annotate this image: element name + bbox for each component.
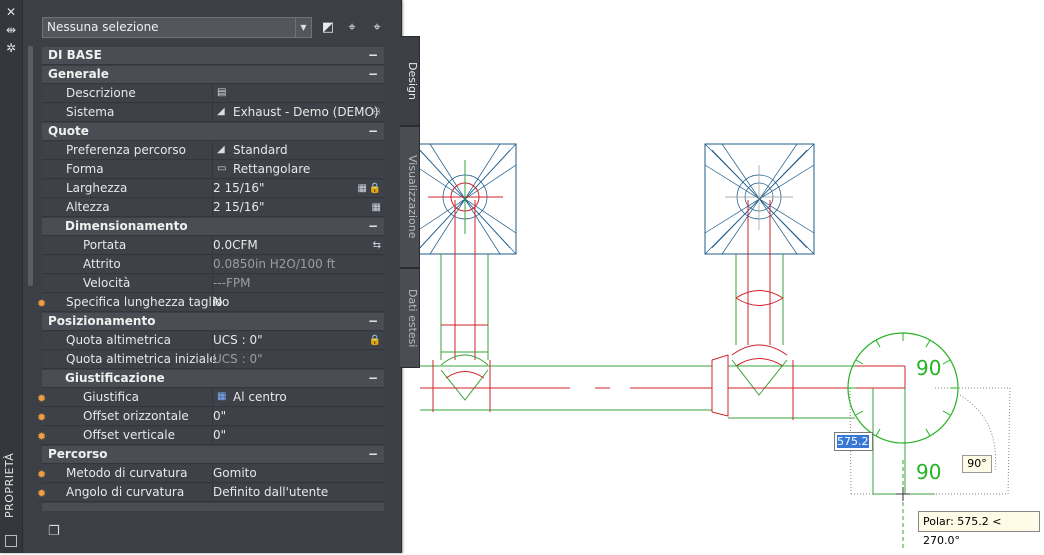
prop-row-velocita: Velocità ---FPM <box>42 275 384 293</box>
pickadd-toggle-icon[interactable]: ⌖ <box>368 19 386 37</box>
description-table-icon[interactable]: ▤ <box>217 88 228 98</box>
calculator-icon[interactable]: ⇆ <box>373 237 381 254</box>
collapse-icon: − <box>367 48 378 62</box>
palette-options-icon[interactable] <box>5 535 17 547</box>
collapse-icon: − <box>367 447 378 461</box>
prop-row-quota-altimetrica-iniziale: Quota altimetrica iniziale UCS : 0" <box>42 351 384 369</box>
prop-row-attrito: Attrito 0.0850in H2O/100 ft <box>42 256 384 274</box>
palette-scrollbar[interactable] <box>28 46 33 286</box>
section-header-di-base[interactable]: DI BASE − <box>42 47 384 65</box>
system-picker-icon[interactable]: ⚇ <box>372 104 381 121</box>
section-header-giustificazione[interactable]: Giustificazione − <box>42 370 384 388</box>
prop-row-descrizione[interactable]: Descrizione ▤ <box>42 85 384 103</box>
size-table-icon[interactable]: ▦ <box>358 180 367 197</box>
palette-titlebar[interactable]: ✕ ⇹ ✲ PROPRIETÀ <box>0 0 23 553</box>
prop-row-altezza[interactable]: Altezza 2 15/16" ▦ <box>42 199 384 217</box>
prop-row-quota-altimetrica[interactable]: Quota altimetrica UCS : 0" 🔒 <box>42 332 384 350</box>
lock-icon[interactable]: 🔒 <box>369 332 381 349</box>
tab-visualizzazione[interactable]: Visualizzazione <box>400 126 420 268</box>
tab-design[interactable]: Design <box>400 36 420 126</box>
polar-tooltip: Polar: 575.2 < 270.0° <box>918 511 1040 547</box>
duct-system-icon: ◢ <box>217 106 225 117</box>
palette-title: PROPRIETÀ <box>3 452 16 518</box>
collapse-icon: − <box>367 124 378 138</box>
diffuser-right[interactable] <box>704 143 815 255</box>
sun-icon: ✹ <box>37 392 47 405</box>
justify-grid-icon: ▦ <box>217 391 227 402</box>
quick-select-icon[interactable]: ◩ <box>319 19 337 37</box>
selection-dropdown[interactable]: Nessuna selezione ▼ <box>42 17 312 38</box>
prop-row-specifica-lunghezza[interactable]: ✹ Specifica lunghezza taglio No <box>37 294 384 312</box>
sun-icon: ✹ <box>37 468 47 481</box>
prop-row-forma[interactable]: Forma ▭ Rettangolare <box>42 161 384 179</box>
prop-row-preferenza-percorso[interactable]: Preferenza percorso ◢ Standard <box>42 142 384 160</box>
palette-options-button-icon[interactable]: ❐ <box>48 524 60 539</box>
properties-palette: ✕ ⇹ ✲ PROPRIETÀ Nessuna selezione ▼ ◩ ⌖ … <box>0 0 402 553</box>
selection-value: Nessuna selezione <box>47 20 159 34</box>
angle-tooltip: 90° <box>962 455 992 473</box>
collapse-icon: − <box>367 314 378 328</box>
size-table-icon[interactable]: ▦ <box>372 199 381 216</box>
angle-label-bottom: 90 <box>916 460 941 484</box>
tab-dati-estesi[interactable]: Dati estesi <box>400 268 420 368</box>
section-header-posizionamento[interactable]: Posizionamento − <box>42 313 384 331</box>
collapse-icon: − <box>367 219 378 233</box>
collapse-icon: − <box>367 67 378 81</box>
prop-row-angolo-curvatura[interactable]: ✹ Angolo di curvatura Definito dall'utente <box>37 484 384 502</box>
settings-icon[interactable]: ✲ <box>4 41 18 55</box>
prop-row-offset-orizzontale[interactable]: ✹ Offset orizzontale 0" <box>37 408 384 426</box>
diffuser-left[interactable] <box>413 143 517 255</box>
prop-row-metodo-curvatura[interactable]: ✹ Metodo di curvatura Gomito <box>37 465 384 483</box>
dynamic-dimension-input[interactable]: 575.2 <box>834 432 873 451</box>
prop-row-sistema[interactable]: Sistema ◢ Exhaust - Demo (DEMO) ⚇ <box>42 104 384 122</box>
prop-row-offset-verticale[interactable]: ✹ Offset verticale 0" <box>37 427 384 445</box>
sun-icon: ✹ <box>37 487 47 500</box>
section-header-quote[interactable]: Quote − <box>42 123 384 141</box>
routing-icon: ◢ <box>217 144 225 155</box>
prop-row-larghezza[interactable]: Larghezza 2 15/16" ▦ 🔒 <box>42 180 384 198</box>
section-header-percorso[interactable]: Percorso − <box>42 446 384 464</box>
prop-row-portata[interactable]: Portata 0.0CFM ⇆ <box>42 237 384 255</box>
collapse-icon: − <box>367 371 378 385</box>
sun-icon: ✹ <box>37 430 47 443</box>
close-icon[interactable]: ✕ <box>4 5 18 19</box>
autohide-icon[interactable]: ⇹ <box>4 23 18 37</box>
shape-icon: ▭ <box>217 163 227 174</box>
section-header-generale[interactable]: Generale − <box>42 66 384 84</box>
chevron-down-icon[interactable]: ▼ <box>295 18 311 37</box>
lock-icon[interactable]: 🔒 <box>369 180 381 197</box>
prop-row-giustifica[interactable]: ✹ Giustifica ▦ Al centro <box>37 389 384 407</box>
property-grid: DI BASE − Generale − Descrizione ▤ Sistema ◢… <box>37 47 384 512</box>
duct-horizontal[interactable] <box>420 354 906 420</box>
select-objects-icon[interactable]: ⌖ <box>343 19 361 37</box>
section-header-dimensionamento[interactable]: Dimensionamento − <box>42 218 384 236</box>
sun-icon: ✹ <box>37 411 47 424</box>
grid-bottom-bar <box>42 503 384 511</box>
angle-label-top: 90 <box>916 356 941 380</box>
sun-icon: ✹ <box>37 297 47 310</box>
